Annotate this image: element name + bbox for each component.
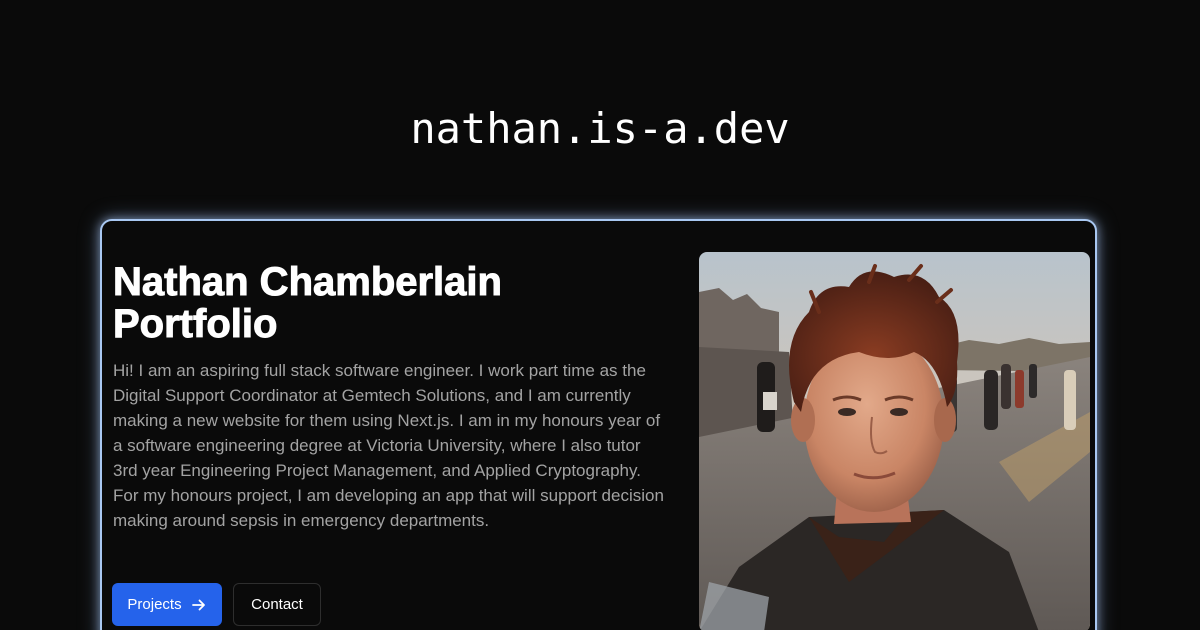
heading-name: Nathan Chamberlain	[113, 260, 503, 304]
projects-button-label: Projects	[127, 596, 182, 613]
projects-button[interactable]: Projects	[112, 583, 222, 626]
page-heading: Nathan Chamberlain Portfolio	[113, 260, 653, 346]
contact-button-label: Contact	[251, 596, 303, 613]
site-title: nathan.is-a.dev	[410, 104, 790, 153]
heading-subtitle: Portfolio	[113, 302, 278, 346]
bio-paragraph: Hi! I am an aspiring full stack software…	[113, 361, 664, 530]
profile-photo	[699, 252, 1090, 630]
contact-button[interactable]: Contact	[233, 583, 321, 626]
arrow-right-icon	[191, 597, 207, 613]
portfolio-card: Nathan Chamberlain Portfolio Hi! I am an…	[100, 219, 1097, 630]
